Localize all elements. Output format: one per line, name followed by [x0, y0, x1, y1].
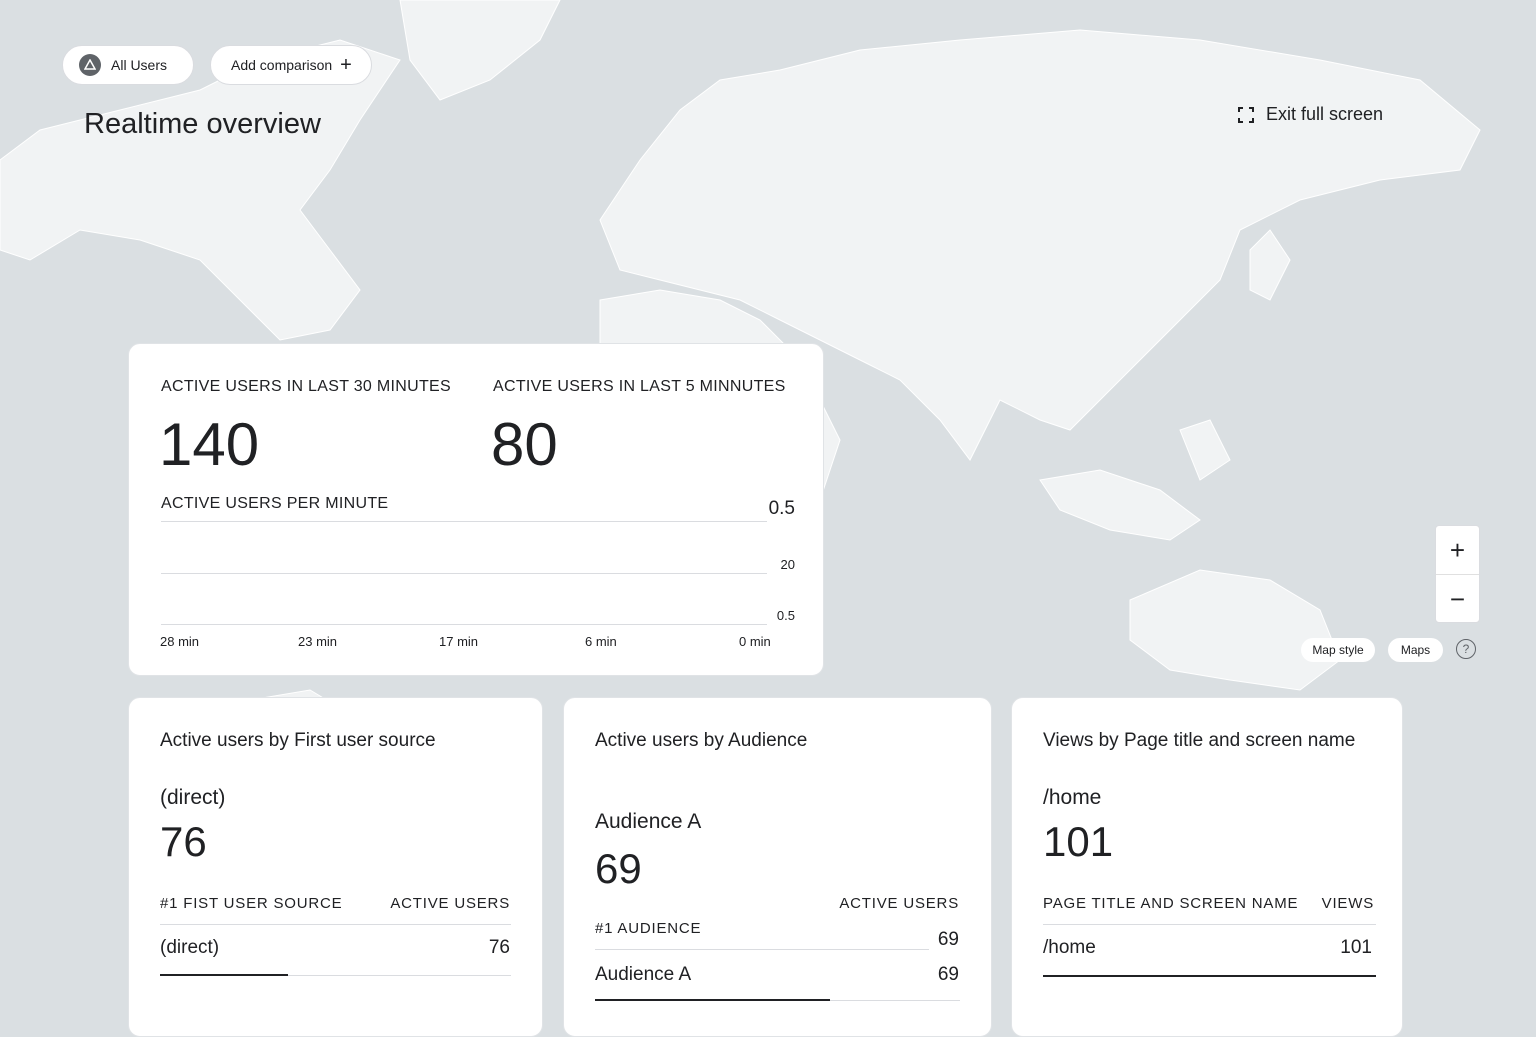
help-icon[interactable]: ? — [1456, 639, 1476, 659]
top-item-name: (direct) — [160, 786, 226, 809]
active-users-overview-card: ACTIVE USERS IN LAST 30 MINUTES 140 ACTI… — [128, 343, 824, 676]
map-style-button[interactable]: Map style — [1301, 638, 1375, 662]
metric-30min-value: 140 — [159, 411, 260, 478]
all-users-label: All Users — [111, 57, 168, 73]
column-header-value: 69 — [937, 929, 959, 950]
all-users-chip[interactable]: All Users — [62, 45, 194, 85]
x-tick-label: 28 min — [160, 634, 200, 649]
row-value: 101 — [1340, 937, 1372, 958]
row-name: (direct) — [160, 937, 220, 958]
divider — [1043, 924, 1376, 925]
column-header-source: #1 FIST USER SOURCE — [160, 895, 343, 912]
zoom-out-button[interactable]: − — [1436, 575, 1479, 623]
card-title: Active users by First user source — [160, 730, 436, 751]
divider — [160, 924, 511, 925]
plus-icon: + — [340, 54, 352, 76]
card-title: Active users by Audience — [595, 730, 808, 751]
x-tick-label: 23 min — [298, 634, 338, 649]
y-tick-label: 0.5 — [768, 498, 795, 519]
row-bar — [595, 999, 830, 1001]
top-item-value: 76 — [160, 818, 207, 865]
add-comparison-label: Add comparison — [231, 57, 333, 73]
x-tick-label: 17 min — [439, 634, 479, 649]
metric-5min-label: ACTIVE USERS IN LAST 5 MINNUTES — [493, 378, 786, 395]
row-name: /home — [1043, 937, 1096, 958]
exit-full-screen-label: Exit full screen — [1266, 104, 1384, 124]
top-item-value: 101 — [1043, 818, 1114, 865]
page-title: Realtime overview — [84, 108, 321, 140]
chart-gridline — [161, 573, 767, 574]
metric-5min-value: 80 — [491, 411, 558, 478]
divider — [595, 949, 929, 950]
top-item-name: /home — [1043, 786, 1102, 809]
audience-card: Active users by Audience Audience A 69 A… — [563, 697, 992, 1037]
segment-icon — [79, 54, 101, 76]
add-comparison-button[interactable]: Add comparison + — [210, 45, 372, 85]
top-item-value: 69 — [595, 845, 642, 892]
row-value: 69 — [937, 964, 959, 985]
column-header-views: VIEWS — [1321, 895, 1374, 912]
row-bar — [160, 974, 288, 976]
maps-button[interactable]: Maps — [1388, 638, 1443, 662]
chart-baseline — [161, 624, 767, 625]
row-value: 76 — [488, 937, 510, 958]
zoom-controls: + − — [1435, 525, 1480, 623]
zoom-in-button[interactable]: + — [1436, 526, 1479, 574]
row-name: Audience A — [595, 964, 692, 985]
card-title: Views by Page title and screen name — [1043, 730, 1356, 751]
exit-full-screen-icon — [1238, 106, 1254, 123]
x-tick-label: 0 min — [739, 634, 771, 649]
column-header-audience: #1 AUDIENCE — [595, 920, 702, 937]
column-header-active-users: ACTIVE USERS — [390, 895, 510, 912]
exit-full-screen-button[interactable]: Exit full screen — [1238, 104, 1383, 125]
column-header-active-users: ACTIVE USERS — [839, 895, 959, 912]
chart-gridline — [161, 521, 767, 522]
x-tick-label: 6 min — [585, 634, 617, 649]
metric-30min-label: ACTIVE USERS IN LAST 30 MINUTES — [161, 378, 451, 395]
page-title-card: Views by Page title and screen name /hom… — [1011, 697, 1403, 1037]
y-tick-label: 20 — [780, 557, 795, 572]
column-header-page-title: PAGE TITLE AND SCREEN NAME — [1043, 895, 1299, 912]
chart-label: ACTIVE USERS PER MINUTE — [161, 495, 389, 512]
row-bar — [1043, 975, 1376, 977]
first-user-source-card: Active users by First user source (direc… — [128, 697, 543, 1037]
top-item-name: Audience A — [595, 810, 702, 833]
y-tick-label: 0.5 — [776, 608, 795, 623]
